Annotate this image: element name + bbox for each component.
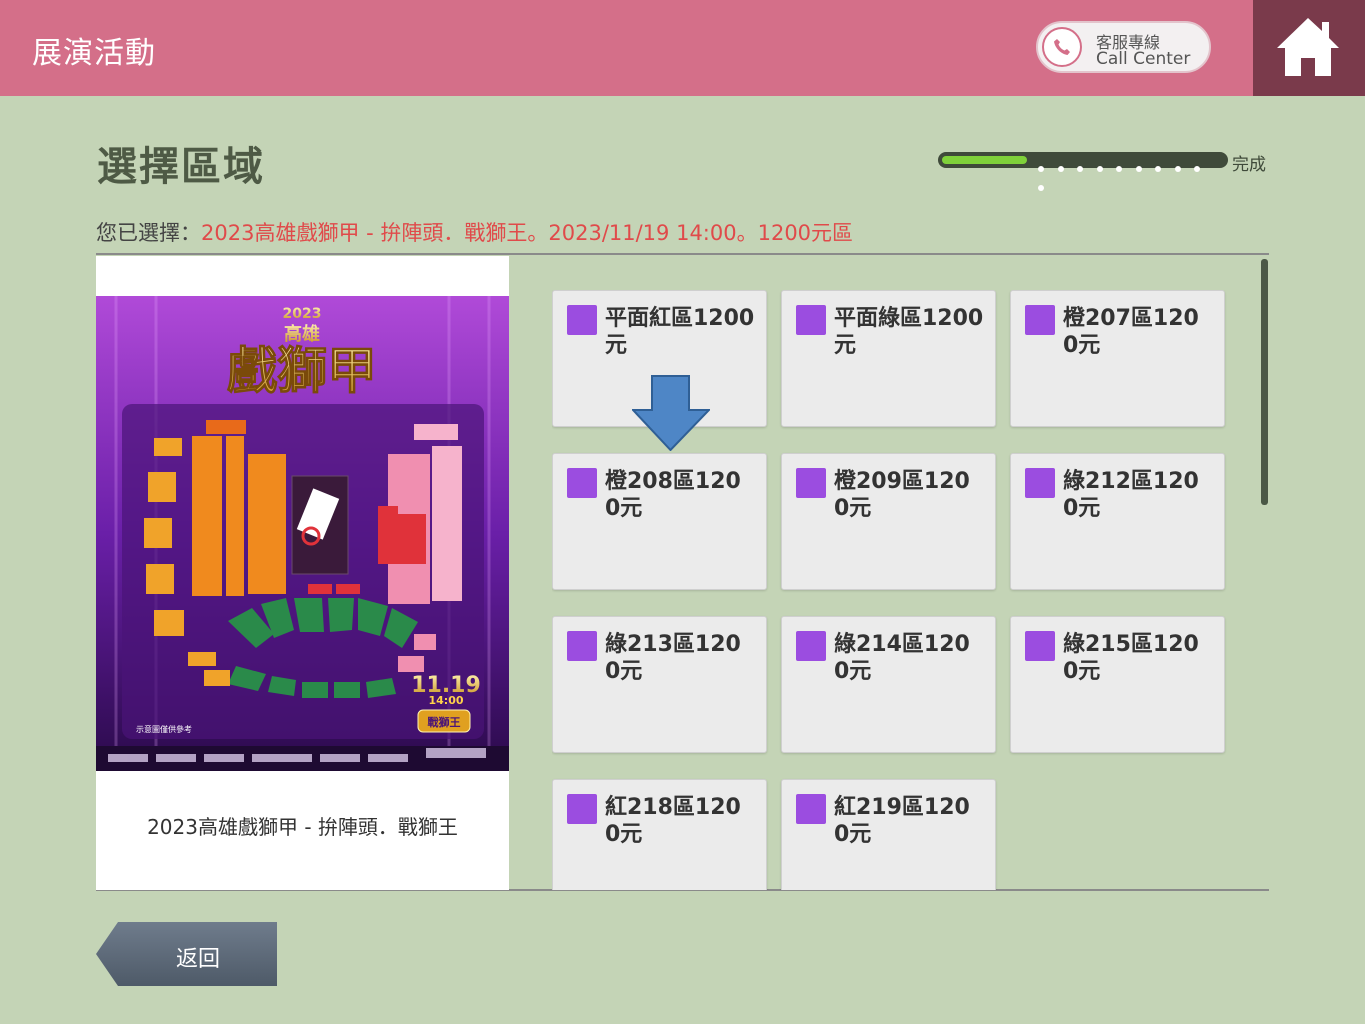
zone-color-swatch	[567, 794, 597, 824]
zone-label: 平面綠區1200元	[834, 306, 984, 358]
poster-year: 2023	[283, 306, 322, 322]
page-title: 選擇區域	[97, 144, 265, 190]
back-label: 返回	[176, 947, 221, 972]
progress-label: 完成	[1232, 155, 1266, 175]
call-center-label-en: Call Center	[1096, 49, 1191, 69]
zone-label: 橙208區1200元	[605, 469, 741, 521]
zone-label: 平面紅區1200元	[605, 306, 755, 358]
zone-color-swatch	[567, 631, 597, 661]
home-button[interactable]	[1253, 0, 1365, 96]
zone-label: 橙207區1200元	[1063, 306, 1199, 358]
zone-label: 綠215區1200元	[1063, 632, 1199, 684]
zone-color-swatch	[1025, 305, 1055, 335]
selection-summary: 您已選擇：2023高雄戲獅甲 - 拚陣頭．戰獅王。2023/11/19 14:0…	[96, 217, 853, 247]
zone-label: 綠213區1200元	[605, 632, 741, 684]
top-divider	[96, 253, 1269, 255]
zone-color-swatch	[567, 305, 597, 335]
zone-color-swatch	[796, 468, 826, 498]
zone-label: 綠214區1200元	[834, 632, 970, 684]
zone-color-swatch	[1025, 631, 1055, 661]
zone-label: 橙209區1200元	[834, 469, 970, 521]
progress-steps	[1038, 157, 1228, 195]
poster-time: 14:00	[428, 694, 463, 707]
zone-color-swatch	[796, 631, 826, 661]
zone-option[interactable]: 綠214區1200元	[781, 616, 996, 753]
header-bar: 展演活動 客服專線 Call Center	[0, 0, 1365, 96]
zone-option[interactable]: 紅218區1200元	[552, 779, 767, 890]
home-icon	[1277, 18, 1339, 76]
zone-color-swatch	[1025, 468, 1055, 498]
event-name: 2023高雄戲獅甲 - 拚陣頭．戰獅王	[147, 815, 458, 839]
zone-option[interactable]: 平面綠區1200元	[781, 290, 996, 427]
zone-option[interactable]: 綠212區1200元	[1010, 453, 1225, 590]
zone-scrollbar[interactable]	[1261, 259, 1268, 505]
zone-option[interactable]: 紅219區1200元	[781, 779, 996, 890]
progress-fill	[942, 156, 1027, 164]
zone-color-swatch	[567, 468, 597, 498]
selection-value: 2023高雄戲獅甲 - 拚陣頭．戰獅王。2023/11/19 14:00。120…	[201, 221, 854, 245]
zone-option[interactable]: 橙209區1200元	[781, 453, 996, 590]
poster-title: 戲獅甲	[227, 341, 377, 400]
zone-color-swatch	[796, 794, 826, 824]
zone-label: 紅218區1200元	[605, 795, 741, 847]
zone-option[interactable]: 橙208區1200元	[552, 453, 767, 590]
down-arrow-icon	[632, 375, 710, 451]
zone-option[interactable]: 橙207區1200元	[1010, 290, 1225, 427]
zone-option[interactable]: 綠213區1200元	[552, 616, 767, 753]
zone-label: 紅219區1200元	[834, 795, 970, 847]
progress-bar	[938, 152, 1228, 191]
selection-prefix: 您已選擇：	[96, 221, 201, 245]
event-poster: 2023 高雄 戲獅甲 11.19 14:00 戰獅王 示意圖僅供參考	[96, 296, 509, 771]
back-button[interactable]: 返回	[96, 922, 277, 986]
phone-icon	[1042, 27, 1082, 67]
poster-badge: 戰獅王	[428, 715, 461, 729]
zone-color-swatch	[796, 305, 826, 335]
zone-option[interactable]: 綠215區1200元	[1010, 616, 1225, 753]
app-title: 展演活動	[32, 36, 156, 71]
call-center-button[interactable]: 客服專線 Call Center	[1036, 21, 1211, 73]
zone-label: 綠212區1200元	[1063, 469, 1199, 521]
event-card: 2023 高雄 戲獅甲 11.19 14:00 戰獅王 示意圖僅供參考 2023…	[96, 256, 509, 890]
poster-note: 示意圖僅供參考	[136, 724, 192, 734]
